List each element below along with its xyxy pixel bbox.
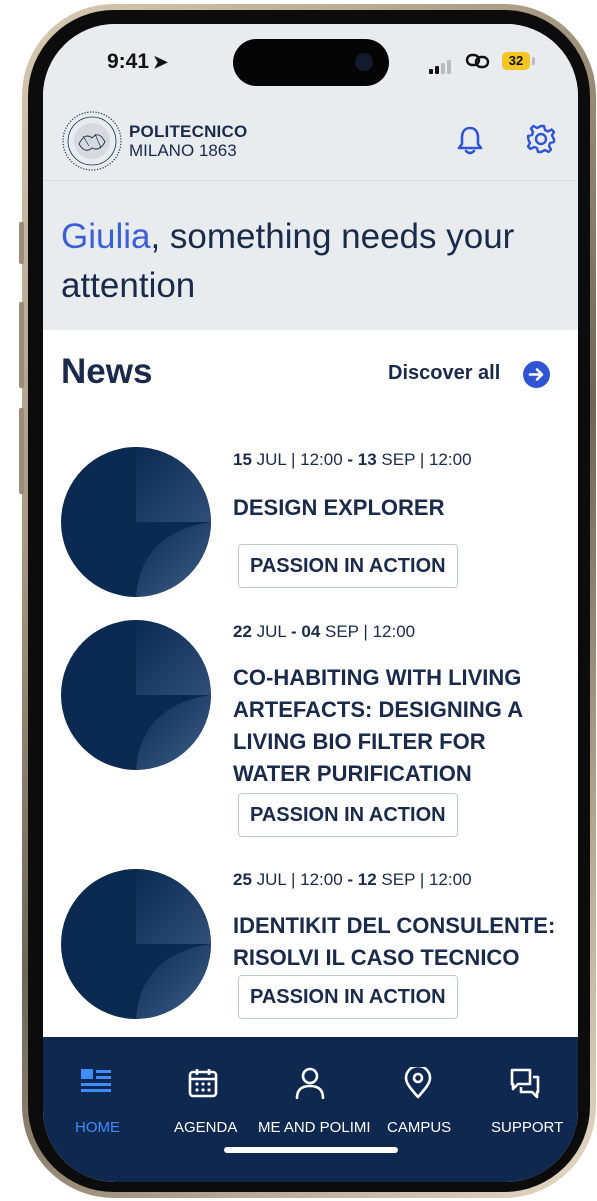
news-tag[interactable]: PASSION IN ACTION: [238, 975, 458, 1019]
gear-icon[interactable]: [525, 123, 557, 155]
greeting-message: Giulia, something needs your attention: [61, 212, 561, 310]
news-date: 22 JUL - 04 SEP | 12:00: [233, 622, 416, 641]
discover-all-link[interactable]: Discover all: [388, 362, 500, 385]
tab-campus-label: CAMPUS: [387, 1119, 452, 1136]
user-icon: [295, 1067, 325, 1099]
calendar-icon: [188, 1069, 218, 1098]
brand-line-2: MILANO 1863: [129, 141, 237, 160]
arrow-right-icon: [528, 368, 544, 381]
news-image: [61, 620, 211, 770]
politecnico-seal-logo: [62, 111, 122, 171]
news-headline: DESIGN EXPLORER: [233, 495, 445, 520]
silent-switch: [19, 222, 24, 264]
battery-tip: [532, 57, 535, 65]
news-date: 25 JUL | 12:00 - 12 SEP | 12:00: [233, 870, 472, 889]
news-tag[interactable]: PASSION IN ACTION: [238, 544, 458, 588]
location-pin-icon: [404, 1067, 432, 1099]
news-feed-icon: [81, 1069, 111, 1092]
brand-line-1: POLITECNICO: [129, 122, 248, 141]
volume-down-button: [19, 408, 24, 494]
tab-home-label: HOME: [75, 1119, 120, 1136]
news-headline: IDENTIKIT DEL CONSULENTE: RISOLVI IL CAS…: [233, 913, 556, 970]
discover-all-button[interactable]: [523, 361, 550, 388]
location-arrow-icon: ➤: [153, 52, 169, 72]
bottom-tab-bar: HOME AGENDA ME AND POLIMI CAMPUS SUPPORT: [43, 1037, 578, 1182]
app-header: POLITECNICO MILANO 1863: [43, 104, 578, 181]
brand-name: POLITECNICO MILANO 1863: [129, 122, 247, 160]
chat-bubbles-icon: [510, 1068, 540, 1099]
news-tag[interactable]: PASSION IN ACTION: [238, 793, 458, 837]
news-headline: CO-HABITING WITH LIVING ARTEFACTS: DESIG…: [233, 665, 523, 786]
news-image: [61, 869, 211, 1019]
app-screen: 9:41 ➤ 32 POLITECNICO MILANO 1863 Giulia…: [43, 24, 578, 1182]
news-section-title: News: [61, 352, 153, 391]
dynamic-island: [233, 39, 389, 86]
camera-icon: [355, 53, 373, 71]
tab-support-label: SUPPORT: [491, 1119, 564, 1136]
battery-level: 32: [502, 52, 530, 70]
status-time: 9:41 ➤: [107, 50, 169, 73]
link-icon: [465, 53, 490, 69]
home-indicator[interactable]: [224, 1147, 398, 1153]
signal-icon: [429, 56, 453, 74]
tab-agenda-label: AGENDA: [174, 1119, 238, 1136]
news-date: 15 JUL | 12:00 - 13 SEP | 12:00: [233, 450, 472, 469]
bell-icon[interactable]: [455, 124, 485, 156]
user-name: Giulia: [61, 217, 151, 256]
news-image: [61, 447, 211, 597]
tab-me-label: ME AND POLIMI: [258, 1119, 371, 1136]
volume-up-button: [19, 302, 24, 388]
